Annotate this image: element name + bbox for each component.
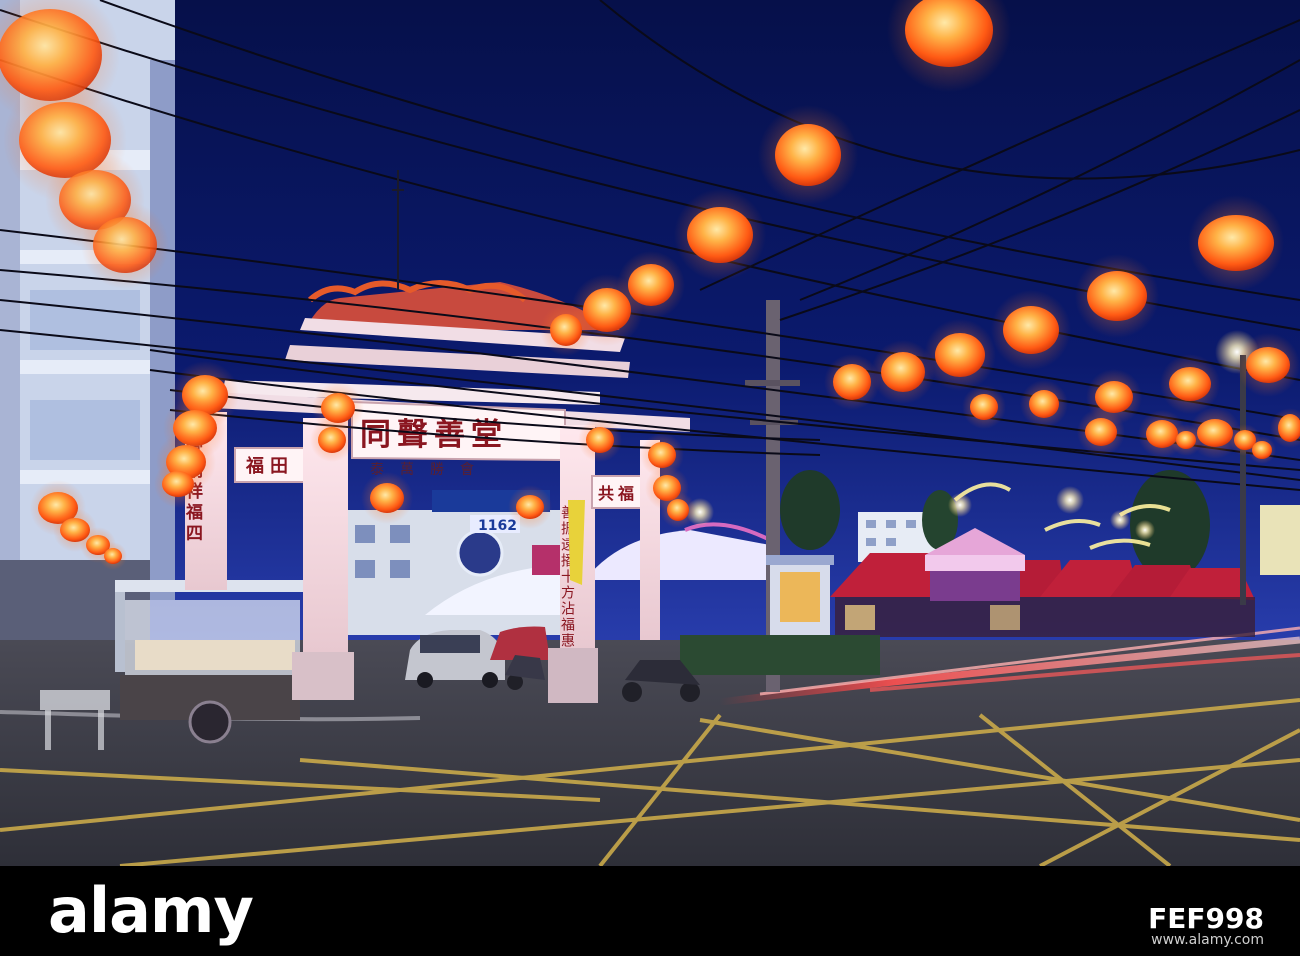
lantern xyxy=(924,319,996,391)
lantern xyxy=(1170,424,1202,456)
lantern xyxy=(758,105,858,205)
lantern xyxy=(1077,408,1125,456)
hedge xyxy=(680,635,880,675)
lantern xyxy=(361,472,413,524)
lantern xyxy=(1075,254,1159,338)
right-plaque-text: 共福 xyxy=(598,484,638,503)
lantern xyxy=(1160,354,1220,414)
image-id: FEF998 xyxy=(1148,902,1264,935)
lantern xyxy=(99,542,127,570)
left-plaque-text: 福田 xyxy=(245,455,294,477)
watermark-footer: alamy FEF998 www.alamy.com xyxy=(0,866,1300,956)
lantern xyxy=(1236,333,1300,397)
lantern xyxy=(962,385,1006,429)
lantern xyxy=(1248,436,1276,464)
left-pillar-base xyxy=(292,652,354,700)
lantern xyxy=(660,492,696,528)
lantern xyxy=(1020,380,1068,428)
lantern xyxy=(871,340,935,404)
site-url[interactable]: www.alamy.com xyxy=(1151,932,1264,948)
lantern xyxy=(674,189,766,281)
right-pillar-base xyxy=(548,648,598,703)
number-sign-text: 1162 xyxy=(478,518,517,534)
lantern xyxy=(310,418,354,462)
lantern xyxy=(154,460,202,508)
lantern xyxy=(991,290,1071,370)
photo-scene: 同聲善堂 泰萬勝會 堂納祥福四 福田 善振遠播十方沾福惠 共福 1162 xyxy=(0,0,1300,866)
alamy-logo[interactable]: alamy xyxy=(48,876,254,946)
lantern xyxy=(1188,195,1284,291)
night-street-photo: 同聲善堂 泰萬勝會 堂納祥福四 福田 善振遠播十方沾福惠 共福 1162 xyxy=(0,0,1300,866)
lantern xyxy=(81,201,169,289)
lantern xyxy=(578,418,622,462)
lantern xyxy=(540,304,592,356)
lantern xyxy=(508,485,552,529)
lantern xyxy=(824,354,880,410)
